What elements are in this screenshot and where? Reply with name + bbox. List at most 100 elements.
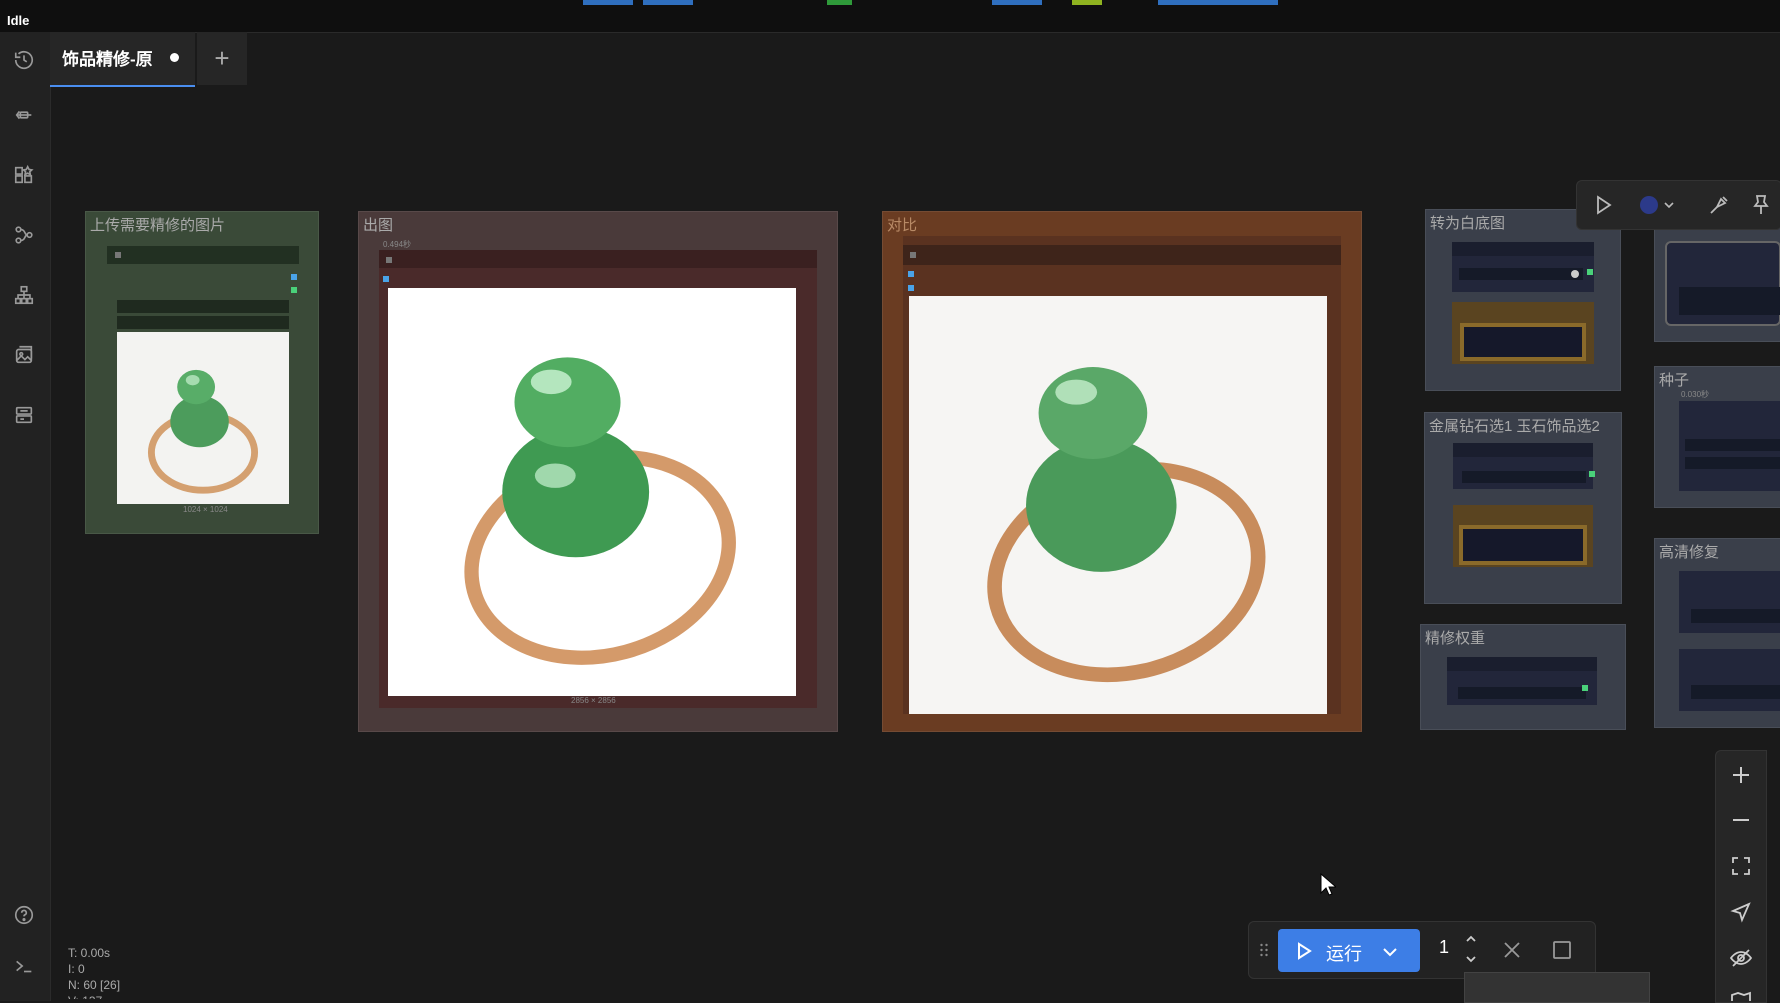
stepper-icon[interactable] — [1464, 931, 1478, 967]
widget[interactable] — [1679, 287, 1780, 315]
group-title: 精修权重 — [1425, 630, 1486, 647]
bypass-icon[interactable] — [1707, 193, 1731, 217]
toggle-knob[interactable] — [1571, 270, 1579, 278]
node-header[interactable] — [1452, 242, 1594, 256]
unsaved-dot-icon[interactable] — [170, 53, 179, 62]
group-upload[interactable]: 上传需要精修的图片 1024 × 1024 — [85, 211, 319, 534]
map-icon[interactable] — [1729, 989, 1753, 1001]
stat-iterations: I: 0 — [68, 962, 85, 976]
pin-icon[interactable] — [1749, 193, 1773, 217]
group-white-bg[interactable]: 转为白底图 — [1425, 209, 1621, 391]
new-tab-button[interactable]: + — [197, 32, 247, 85]
group-weight[interactable]: 精修权重 — [1420, 624, 1626, 730]
group-compare[interactable]: 对比 — [882, 211, 1362, 732]
preview-area — [1459, 525, 1587, 565]
stat-vertices: V: 137 — [68, 993, 120, 999]
tab-label: 饰品精修-原 — [62, 50, 153, 69]
node-header[interactable] — [1447, 657, 1597, 671]
progress-strip — [583, 0, 633, 5]
number-widget[interactable] — [1462, 471, 1586, 483]
group-title: 金属钻石选1 玉石饰品选2 — [1429, 418, 1600, 435]
node-collapse-dot[interactable] — [910, 252, 916, 258]
group-title: 转为白底图 — [1430, 215, 1506, 232]
node-header[interactable] — [903, 245, 1341, 265]
node-hd-2[interactable] — [1679, 649, 1780, 711]
history-icon[interactable] — [13, 49, 37, 73]
input-port[interactable] — [908, 271, 914, 277]
play-icon[interactable] — [1591, 193, 1615, 217]
progress-strip — [1072, 0, 1102, 5]
terminal-icon[interactable] — [13, 955, 37, 979]
tab-workflow[interactable]: 饰品精修-原 — [50, 32, 195, 87]
node-header[interactable] — [107, 246, 299, 264]
output-port[interactable] — [1582, 685, 1588, 691]
widget-choose-file[interactable] — [117, 300, 289, 313]
group-title: 上传需要精修的图片 — [90, 217, 226, 234]
progress-strip — [1158, 0, 1278, 5]
group-right-top[interactable] — [1654, 228, 1780, 342]
mouse-cursor-icon — [1320, 872, 1338, 902]
progress-strip — [992, 0, 1042, 5]
navigate-icon[interactable] — [1729, 900, 1753, 924]
output-port[interactable] — [291, 274, 297, 280]
group-hd[interactable]: 高清修复 — [1654, 538, 1780, 728]
zoom-out-icon[interactable] — [1729, 808, 1753, 832]
stop-icon[interactable] — [1551, 939, 1573, 961]
output-port[interactable] — [1589, 471, 1595, 477]
output-port[interactable] — [291, 287, 297, 293]
input-port[interactable] — [908, 285, 914, 291]
node-collapse-dot[interactable] — [386, 257, 392, 263]
cancel-icon[interactable] — [1501, 939, 1523, 961]
output-port[interactable] — [1587, 269, 1593, 275]
stat-nodes: N: 60 [26] — [68, 978, 121, 992]
number-widget[interactable] — [1458, 687, 1586, 699]
chevron-down-icon[interactable] — [1380, 942, 1400, 962]
seed-widget[interactable] — [1685, 439, 1780, 451]
input-port[interactable] — [383, 276, 389, 282]
group-material[interactable]: 金属钻石选1 玉石饰品选2 — [1424, 412, 1622, 604]
help-icon[interactable] — [13, 904, 37, 928]
group-title: 出图 — [363, 217, 394, 234]
preview-area — [1460, 323, 1586, 361]
group-partial-bottom[interactable] — [1464, 972, 1650, 1003]
run-toolbar: 运行 1 — [1248, 921, 1596, 979]
control-widget[interactable] — [1685, 457, 1780, 469]
workflow-icon[interactable] — [13, 224, 37, 248]
progress-strip — [827, 0, 852, 5]
drag-handle-icon[interactable] — [1259, 942, 1269, 963]
run-label: 运行 — [1326, 944, 1362, 964]
uploaded-image — [117, 332, 289, 504]
group-title: 种子 — [1659, 372, 1690, 389]
group-title: 对比 — [887, 217, 918, 234]
canvas-stats: T: 0.00s I: 0 N: 60 [26] V: 137 — [68, 945, 120, 999]
queue-icon[interactable] — [13, 404, 37, 428]
play-icon — [1298, 942, 1312, 960]
templates-icon[interactable] — [13, 284, 37, 308]
node-hd-1[interactable] — [1679, 571, 1780, 633]
group-output[interactable]: 出图 0.494秒 2856 × 2856 — [358, 211, 838, 732]
gallery-icon[interactable] — [13, 344, 37, 368]
zoom-in-icon[interactable] — [1729, 763, 1753, 787]
execution-time: 0.494秒 — [383, 240, 412, 249]
node-collapse-dot[interactable] — [115, 252, 121, 258]
top-bar: Idle — [0, 0, 1780, 33]
group-seed[interactable]: 种子 0.030秒 — [1654, 366, 1780, 508]
widget-upload[interactable] — [117, 316, 289, 329]
node-header[interactable] — [1453, 443, 1593, 457]
left-sidebar — [0, 32, 51, 1001]
compare-image — [909, 296, 1327, 714]
batch-count-input[interactable]: 1 — [1439, 937, 1449, 958]
hide-links-icon[interactable] — [1729, 946, 1753, 970]
status-text: Idle — [7, 13, 30, 28]
color-picker-icon[interactable] — [1639, 193, 1679, 217]
model-library-icon[interactable] — [13, 104, 37, 128]
toggle-widget[interactable] — [1459, 268, 1583, 280]
widget[interactable] — [1691, 685, 1780, 699]
widget[interactable] — [1691, 609, 1780, 623]
fit-view-icon[interactable] — [1729, 854, 1753, 878]
node-library-icon[interactable] — [13, 164, 37, 188]
image-dimensions: 2856 × 2856 — [571, 696, 616, 705]
run-button[interactable]: 运行 — [1278, 929, 1420, 972]
output-image — [388, 288, 796, 696]
node-header[interactable] — [379, 250, 817, 268]
